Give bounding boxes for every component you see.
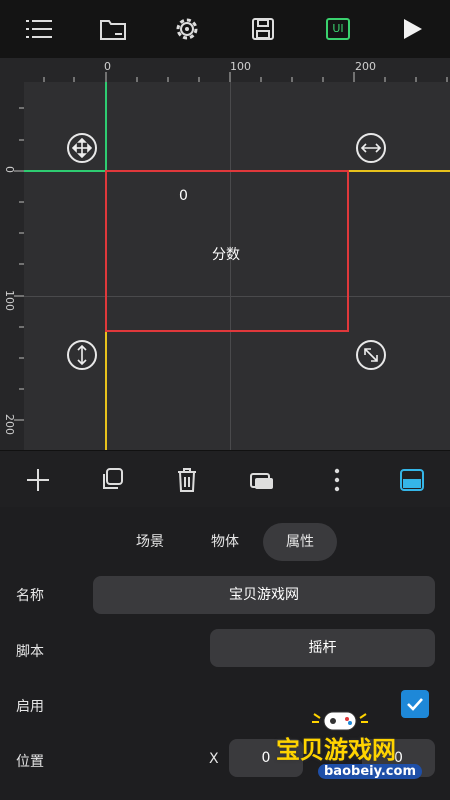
ruler-left-label-200: 200 — [3, 414, 16, 435]
resize-diagonal-handle-icon[interactable] — [356, 340, 386, 370]
ui-label: UI — [326, 18, 350, 40]
menu-icon[interactable] — [24, 14, 54, 44]
add-icon[interactable] — [23, 465, 53, 495]
position-x-label: X — [209, 751, 219, 767]
resize-horizontal-handle-icon[interactable] — [356, 133, 386, 163]
layers-icon[interactable] — [247, 465, 277, 495]
panel-tabs: 场景 物体 属性 — [0, 523, 450, 563]
resize-vertical-handle-icon[interactable] — [67, 340, 97, 370]
name-label: 名称 — [16, 588, 44, 604]
ruler-top-label-200: 200 — [355, 60, 376, 73]
script-label: 脚本 — [16, 644, 44, 660]
position-y-field[interactable]: 0 — [362, 739, 435, 777]
name-field[interactable]: 宝贝游戏网 — [93, 576, 435, 614]
enabled-checkbox[interactable] — [401, 690, 429, 718]
axis-line-green — [24, 170, 106, 172]
move-handle-icon[interactable] — [67, 133, 97, 163]
position-label: 位置 — [16, 754, 44, 770]
trash-icon[interactable] — [172, 465, 202, 495]
object-name-text: 分数 — [212, 247, 240, 263]
duplicate-icon[interactable] — [97, 465, 127, 495]
ruler-left-label-100: 100 — [3, 290, 16, 311]
ruler-left-label-0: 0 — [3, 166, 16, 173]
tab-properties[interactable]: 属性 — [263, 523, 337, 561]
gear-icon[interactable] — [172, 14, 202, 44]
tab-object[interactable]: 物体 — [193, 523, 257, 561]
ruler-left: 0 100 200 — [0, 58, 24, 450]
play-icon[interactable] — [398, 14, 428, 44]
axis-line-yellow — [105, 332, 107, 450]
position-x-field[interactable]: 0 — [229, 739, 303, 777]
ruler-top: 0 100 200 — [0, 58, 450, 82]
panel-toggle-icon[interactable] — [397, 465, 427, 495]
bottom-toolbar — [0, 450, 450, 507]
tab-scene[interactable]: 场景 — [118, 523, 182, 561]
axis-line-yellow — [348, 170, 450, 172]
axis-line-green — [105, 82, 107, 172]
scene-canvas[interactable]: 0 100 200 0 100 200 0 分数 — [0, 58, 450, 450]
ruler-top-label-100: 100 — [230, 60, 251, 73]
top-toolbar: UI — [0, 0, 450, 58]
ruler-top-label-0: 0 — [104, 60, 111, 73]
folder-icon[interactable] — [98, 14, 128, 44]
save-icon[interactable] — [248, 14, 278, 44]
ui-icon[interactable]: UI — [323, 14, 353, 44]
properties-panel: 场景 物体 属性 名称 宝贝游戏网 脚本 摇杆 启用 位置 X 0 0 — [0, 507, 450, 800]
check-icon — [407, 698, 423, 711]
script-field[interactable]: 摇杆 — [210, 629, 435, 667]
more-icon[interactable] — [322, 465, 352, 495]
enabled-label: 启用 — [16, 699, 44, 715]
object-value-text: 0 — [179, 188, 188, 204]
